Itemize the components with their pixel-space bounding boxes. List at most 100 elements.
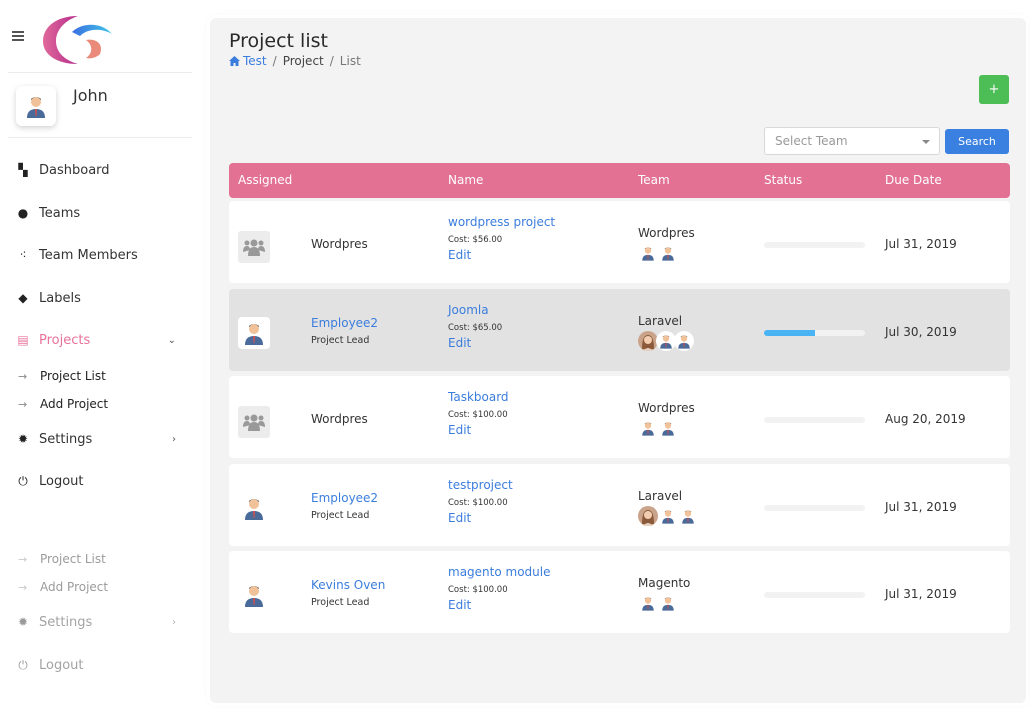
nav-sub-add-project[interactable]: → Add Project (18, 395, 108, 413)
member-avatar-male-icon[interactable] (674, 331, 694, 351)
due-date: Jul 30, 2019 (885, 325, 957, 339)
nav-label: Teams (39, 205, 81, 221)
member-avatar-male-icon[interactable] (656, 331, 676, 351)
nav-sub-project-list[interactable]: → Project List (18, 367, 106, 385)
page-title: Project list (229, 30, 328, 52)
project-cost: Cost: $56.00 (448, 235, 503, 245)
member-avatar-female-icon[interactable] (638, 506, 658, 526)
assignee-link[interactable]: Kevins Oven (311, 578, 385, 592)
nav-item-dashboard[interactable]: ▚ Dashboard (16, 159, 186, 181)
team-members (638, 506, 698, 526)
project-cost: Cost: $65.00 (448, 323, 503, 333)
project-name-link[interactable]: Taskboard (448, 390, 509, 404)
arrow-right-icon: → (18, 397, 28, 411)
edit-link[interactable]: Edit (448, 248, 471, 262)
assignee-role: Project Lead (311, 597, 370, 608)
breadcrumb-separator: / (329, 54, 334, 68)
member-avatar-female-icon[interactable] (638, 331, 658, 351)
ghost-nav-add-project[interactable]: → Add Project (18, 578, 108, 596)
status-progress-bar (764, 417, 865, 423)
ghost-nav-settings[interactable]: ✹ Settings › (16, 611, 186, 633)
project-cost: Cost: $100.00 (448, 585, 508, 595)
assignee-link[interactable]: Employee2 (311, 316, 378, 330)
nav-item-settings[interactable]: ✹ Settings › (16, 428, 186, 450)
project-cost: Cost: $100.00 (448, 410, 508, 420)
chevron-down-icon: ⌄ (167, 334, 176, 346)
due-date: Jul 31, 2019 (885, 237, 957, 251)
assignee-role: Project Lead (311, 510, 370, 521)
user-avatar[interactable] (16, 86, 56, 126)
team-select[interactable]: Select Team (764, 127, 940, 155)
app-logo[interactable] (40, 14, 120, 66)
column-header-name[interactable]: Name (448, 173, 483, 187)
table-row[interactable]: Employee2 Project Lead Joomla Cost: $65.00 E… (229, 289, 1010, 371)
nav-item-labels[interactable]: ◆ Labels (16, 287, 186, 309)
gear-icon: ✹ (17, 615, 29, 629)
table-row[interactable]: Employee2 Project Lead testproject Cost: $1… (229, 464, 1010, 546)
progress-fill (764, 330, 815, 336)
assignee-link[interactable]: Employee2 (311, 491, 378, 505)
sidebar: John ▚ Dashboard ● Teams ⁖ Team Members … (0, 0, 193, 720)
team-members-icon: ⁖ (19, 248, 27, 262)
breadcrumb-item[interactable]: Project (283, 54, 324, 68)
ghost-nav-logout[interactable]: ⏻ Logout (16, 654, 186, 676)
team-name: Wordpres (638, 401, 695, 415)
edit-link[interactable]: Edit (448, 336, 471, 350)
status-progress-bar (764, 330, 865, 336)
member-avatar-male-icon[interactable] (638, 243, 658, 263)
table-row[interactable]: Wordpres Taskboard Cost: $100.00 Edit Wordpr… (229, 376, 1010, 458)
nav-item-teams[interactable]: ● Teams (16, 202, 186, 224)
project-name-link[interactable]: wordpress project (448, 215, 555, 229)
nav-item-projects[interactable]: ▤ Projects ⌄ (16, 329, 186, 351)
member-avatar-male-icon[interactable] (658, 506, 678, 526)
gear-icon: ✹ (17, 432, 29, 446)
assignee-avatar-icon (238, 579, 270, 611)
nav-label: Logout (39, 473, 84, 489)
caret-down-icon (922, 140, 930, 144)
member-avatar-male-icon[interactable] (658, 243, 678, 263)
teams-icon: ● (17, 206, 29, 220)
add-project-button[interactable]: + (979, 75, 1009, 104)
member-avatar-male-icon[interactable] (678, 506, 698, 526)
assignee-avatar-icon (238, 492, 270, 524)
assignee-role: Project Lead (311, 335, 370, 346)
nav-item-team-members[interactable]: ⁖ Team Members (16, 244, 186, 266)
table-row[interactable]: Kevins Oven Project Lead magento module Cos… (229, 551, 1010, 633)
project-name-link[interactable]: testproject (448, 478, 513, 492)
table-row[interactable]: Wordpres wordpress project Cost: $56.00 Edi… (229, 201, 1010, 283)
team-members (638, 593, 678, 613)
column-header-assigned[interactable]: Assigned (238, 173, 292, 187)
column-header-team[interactable]: Team (638, 173, 670, 187)
team-name: Laravel (638, 314, 683, 328)
project-name-link[interactable]: Joomla (448, 303, 489, 317)
team-members (638, 243, 678, 263)
team-members (638, 331, 694, 351)
column-header-status[interactable]: Status (764, 173, 802, 187)
arrow-right-icon: → (18, 369, 28, 383)
member-avatar-male-icon[interactable] (658, 418, 678, 438)
breadcrumb-home[interactable]: Test (229, 54, 267, 68)
member-avatar-male-icon[interactable] (658, 593, 678, 613)
due-date: Jul 31, 2019 (885, 587, 957, 601)
nav-sub-label: Project List (40, 552, 106, 566)
member-avatar-male-icon[interactable] (638, 418, 658, 438)
edit-link[interactable]: Edit (448, 511, 471, 525)
search-button[interactable]: Search (945, 129, 1009, 154)
breadcrumb-item[interactable]: Test (243, 54, 267, 68)
nav-label: Labels (39, 290, 81, 306)
arrow-right-icon: → (18, 580, 28, 594)
edit-link[interactable]: Edit (448, 598, 471, 612)
nav-item-logout[interactable]: ⏻ Logout (16, 470, 186, 492)
project-name-link[interactable]: magento module (448, 565, 550, 579)
ghost-nav-project-list[interactable]: → Project List (18, 550, 106, 568)
team-members (638, 418, 678, 438)
assigned-team: Wordpres (311, 412, 368, 426)
breadcrumb: Test / Project / List (229, 54, 361, 68)
column-header-due-date[interactable]: Due Date (885, 173, 942, 187)
sidebar-divider (8, 72, 192, 73)
edit-link[interactable]: Edit (448, 423, 471, 437)
hamburger-menu-icon[interactable] (12, 31, 24, 41)
assignee-avatar-icon (238, 317, 270, 349)
member-avatar-male-icon[interactable] (638, 593, 658, 613)
power-icon: ⏻ (18, 473, 28, 488)
